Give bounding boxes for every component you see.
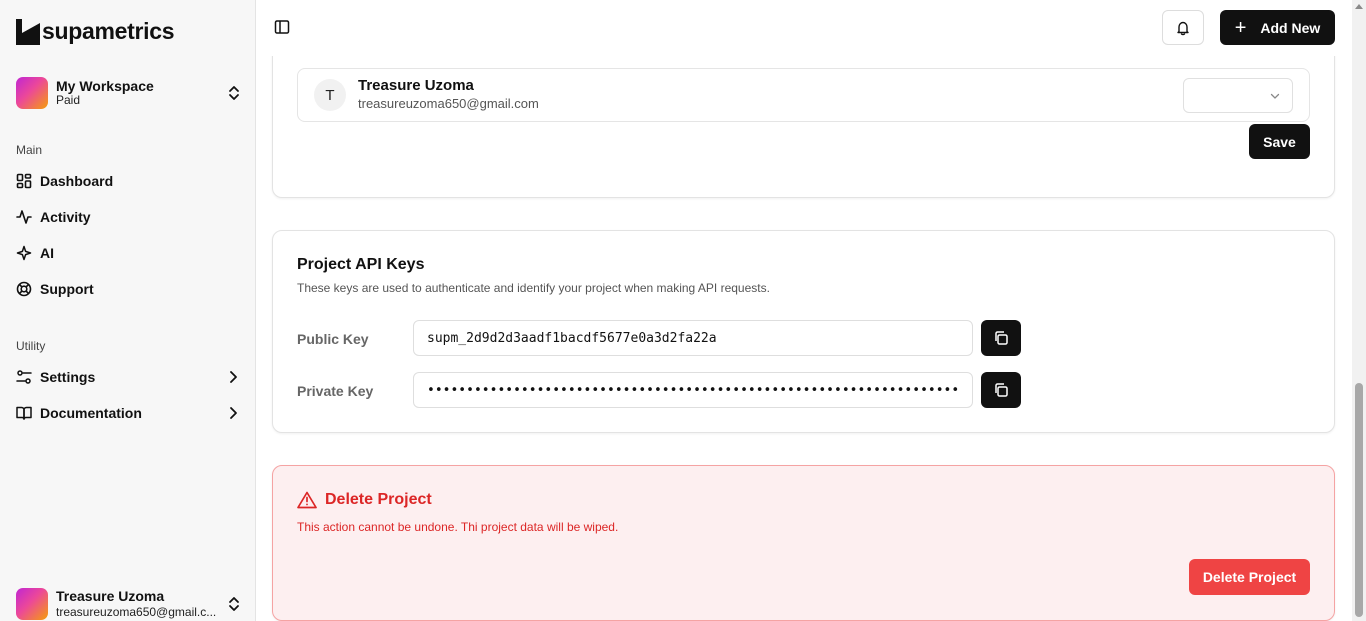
avatar (16, 588, 48, 620)
workspace-switcher[interactable]: My Workspace Paid (16, 76, 241, 110)
user-name: Treasure Uzoma (56, 588, 165, 605)
sidebar-item-activity[interactable]: Activity (16, 204, 240, 230)
copy-private-key-button[interactable] (981, 372, 1021, 408)
sidebar-item-label: Dashboard (40, 173, 114, 189)
add-new-label: Add New (1260, 19, 1321, 36)
dashboard-icon (16, 173, 32, 189)
sidebar-item-label: Settings (40, 369, 96, 385)
delete-project-title: Delete Project (297, 491, 432, 509)
notifications-button[interactable] (1162, 10, 1204, 45)
delete-project-title-text: Delete Project (325, 491, 432, 508)
sidebar-item-label: Documentation (40, 405, 142, 421)
chevrons-up-down-icon (229, 86, 239, 100)
app-logo[interactable]: supametrics (16, 18, 175, 45)
scrollbar-thumb[interactable] (1355, 383, 1363, 617)
sidebar-item-settings[interactable]: Settings (16, 364, 240, 390)
member-email: treasureuzoma650@gmail.com (358, 96, 539, 111)
private-key-field[interactable]: ••••••••••••••••••••••••••••••••••••••••… (413, 372, 973, 408)
member-name: Treasure Uzoma (358, 77, 474, 94)
delete-project-description: This action cannot be undone. Thi projec… (297, 520, 619, 534)
public-key-field[interactable]: supm_2d9d2d3aadf1bacdf5677e0a3d2fa22a (413, 320, 973, 356)
user-menu[interactable]: Treasure Uzoma treasureuzoma650@gmail.c.… (16, 586, 241, 621)
chevron-right-icon (230, 407, 237, 419)
chevron-down-icon (1270, 93, 1280, 99)
sidebar-item-label: Support (40, 281, 94, 297)
sidebar-item-support[interactable]: Support (16, 276, 240, 302)
member-avatar: T (314, 79, 346, 111)
scroll-up-arrow-icon[interactable] (1355, 4, 1363, 9)
delete-project-button[interactable]: Delete Project (1189, 559, 1310, 595)
plus-icon: + (1234, 16, 1247, 39)
workspace-plan: Paid (56, 93, 81, 108)
sidebar-item-label: Activity (40, 209, 91, 225)
add-new-button[interactable]: + Add New (1220, 10, 1335, 45)
top-bar: + Add New (256, 0, 1352, 56)
workspace-name: My Workspace (56, 78, 154, 95)
danger-zone-card: Delete Project This action cannot be und… (272, 465, 1335, 621)
chevrons-up-down-icon (229, 597, 239, 611)
copy-icon (995, 383, 1008, 397)
copy-icon (995, 331, 1008, 345)
sparkle-icon (16, 245, 32, 261)
sidebar-item-ai[interactable]: AI (16, 240, 240, 266)
api-keys-title: Project API Keys (297, 256, 425, 273)
section-label-main: Main (16, 143, 43, 157)
save-button[interactable]: Save (1249, 124, 1310, 159)
member-row: T Treasure Uzoma treasureuzoma650@gmail.… (297, 68, 1310, 122)
section-label-utility: Utility (16, 339, 46, 353)
public-key-label: Public Key (297, 331, 369, 347)
warning-icon (297, 491, 317, 509)
bell-icon (1177, 21, 1189, 35)
private-key-label: Private Key (297, 383, 374, 399)
api-keys-card: Project API Keys These keys are used to … (272, 230, 1335, 433)
chevron-right-icon (230, 371, 237, 383)
sidebar-toggle-icon[interactable] (274, 19, 290, 35)
main-content: T Treasure Uzoma treasureuzoma650@gmail.… (256, 56, 1352, 621)
sidebar-item-documentation[interactable]: Documentation (16, 400, 240, 426)
sidebar-item-label: AI (40, 245, 54, 261)
members-card: T Treasure Uzoma treasureuzoma650@gmail.… (272, 56, 1335, 198)
copy-public-key-button[interactable] (981, 320, 1021, 356)
role-select[interactable] (1183, 78, 1293, 113)
settings-icon (16, 370, 32, 384)
app-name: supametrics (42, 18, 175, 44)
workspace-avatar (16, 77, 48, 109)
activity-icon (16, 210, 32, 224)
lifebuoy-icon (16, 281, 32, 297)
sidebar-item-dashboard[interactable]: Dashboard (16, 168, 240, 194)
logo-mark-icon (16, 18, 40, 45)
user-email: treasureuzoma650@gmail.c... (56, 605, 217, 620)
api-keys-description: These keys are used to authenticate and … (297, 281, 770, 295)
book-icon (16, 406, 32, 420)
sidebar: supametrics My Workspace Paid Main Dashb… (0, 0, 256, 621)
page-scrollbar[interactable] (1352, 0, 1366, 621)
